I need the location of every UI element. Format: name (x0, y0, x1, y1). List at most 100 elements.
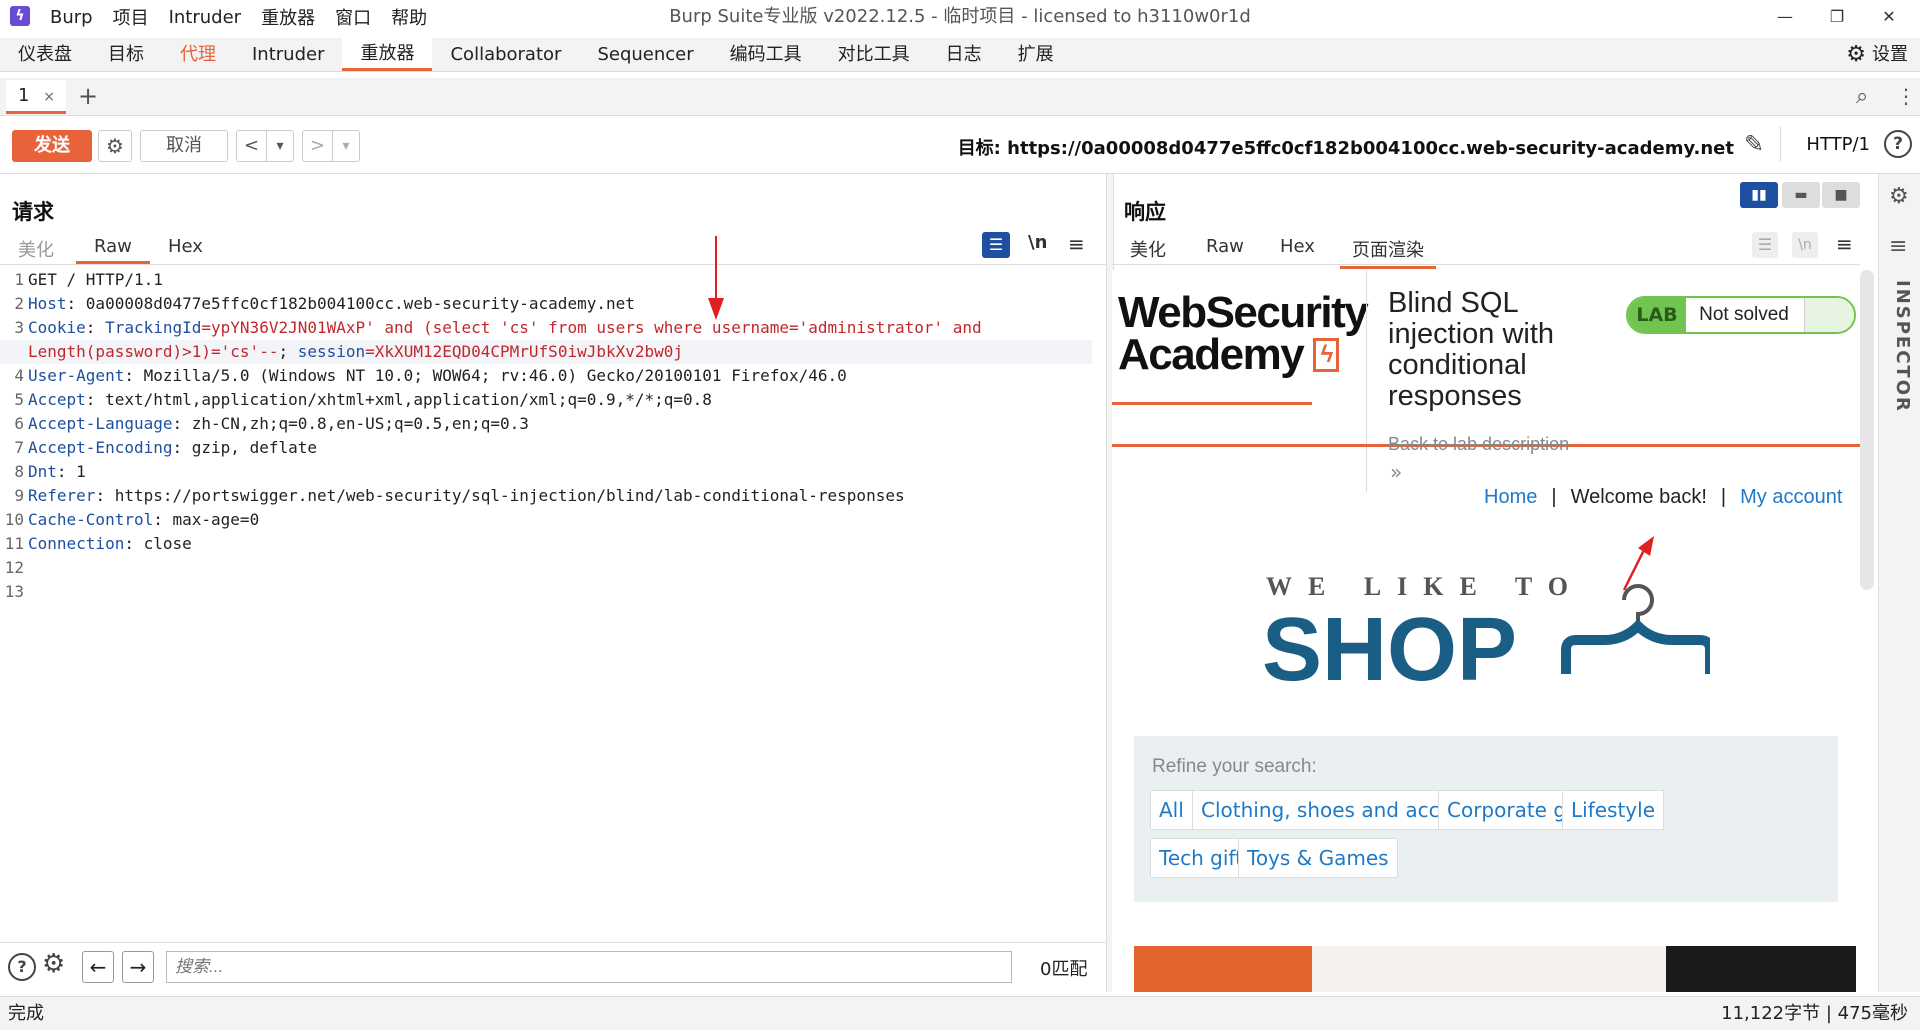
menu-icon[interactable]: ≡ (1068, 232, 1085, 256)
search-settings-gear-icon[interactable]: ⚙ (42, 949, 65, 979)
layout-vertical-icon[interactable]: ▬ (1782, 182, 1820, 208)
request-line: 4 User-Agent: Mozilla/5.0 (Windows NT 10.… (14, 366, 847, 385)
response-tab-raw[interactable]: Raw (1206, 236, 1244, 257)
http-version-toggle[interactable]: HTTP/1 (1806, 134, 1870, 155)
tab-logger[interactable]: 日志 (928, 38, 1000, 71)
inspector-label[interactable]: INSPECTOR (1892, 280, 1913, 413)
tab-proxy[interactable]: 代理 (162, 38, 234, 71)
help-icon[interactable]: ? (1884, 130, 1912, 158)
settings-button[interactable]: ⚙ 设置 (1846, 38, 1908, 72)
tab-dashboard[interactable]: 仪表盘 (0, 38, 90, 71)
request-editor[interactable]: 1 GET / HTTP/1.1 2 Host: 0a00008d0477e5ffc… (0, 268, 1102, 938)
add-tab-icon[interactable]: + (78, 82, 98, 110)
forward-button[interactable]: > (302, 130, 332, 162)
product-image[interactable] (1312, 946, 1666, 992)
edit-target-icon[interactable]: ✎ (1744, 130, 1764, 158)
back-dropdown-button[interactable]: ▾ (266, 130, 294, 162)
menu-repeater[interactable]: 重放器 (261, 4, 315, 30)
nav-my-account-link[interactable]: My account (1740, 486, 1842, 509)
menu-project[interactable]: 项目 (113, 4, 149, 30)
tab-collaborator[interactable]: Collaborator (432, 38, 579, 71)
product-image[interactable] (1666, 946, 1856, 992)
response-tab-pretty[interactable]: 美化 (1130, 236, 1166, 262)
rendered-page: WebSecurity Academy ϟ Blind SQL injection… (1112, 270, 1860, 992)
menu-intruder[interactable]: Intruder (169, 7, 241, 28)
toolbar-divider (1780, 126, 1781, 162)
back-to-lab-link[interactable]: Back to lab description (1388, 434, 1569, 455)
title-bar: ϟ Burp 项目 Intruder 重放器 窗口 帮助 Burp Suite专… (0, 0, 1920, 34)
tab-decoder[interactable]: 编码工具 (712, 38, 820, 71)
category-toys-games[interactable]: Toys & Games (1238, 838, 1398, 878)
request-line-cookie: 3 Cookie: TrackingId=ypYN36V2JN01WAxP' an… (14, 318, 982, 337)
request-tab-divider (0, 264, 1106, 265)
request-tab-hex[interactable]: Hex (168, 236, 203, 257)
cookie-injected-value: =ypYN36V2JN01WAxP' and (select 'cs' from… (201, 318, 982, 337)
layout-side-by-side-icon[interactable]: ▮▮ (1740, 182, 1778, 208)
repeater-tab-bar: 1 × + ⌕ ⋮ (0, 78, 1920, 116)
settings-gear-icon[interactable]: ⚙ (98, 130, 132, 162)
request-line-cookie-wrap: Length(password)>1)='cs'--; session=XkXU… (0, 340, 1092, 364)
repeater-tab-label: 1 (18, 85, 30, 106)
hanger-icon (1561, 584, 1710, 674)
close-tab-icon[interactable]: × (43, 89, 55, 105)
forward-dropdown-button[interactable]: ▾ (332, 130, 360, 162)
inspector-settings-gear-icon[interactable]: ⚙ (1889, 184, 1909, 209)
gear-icon: ⚙ (1846, 42, 1866, 67)
request-line: 8 Dnt: 1 (14, 462, 86, 481)
response-tab-divider (1112, 264, 1860, 265)
tab-target[interactable]: 目标 (90, 38, 162, 71)
newline-toggle[interactable]: \n (1028, 232, 1047, 253)
tab-extensions[interactable]: 扩展 (1000, 38, 1072, 71)
tab-intruder[interactable]: Intruder (234, 38, 342, 71)
response-stats: 11,122字节 | 475毫秒 (1721, 1003, 1908, 1024)
request-line: 7 Accept-Encoding: gzip, deflate (14, 438, 317, 457)
minimize-icon[interactable]: — (1760, 0, 1810, 34)
inspector-sidebar: ⚙ ≡ INSPECTOR (1878, 174, 1920, 992)
close-icon[interactable]: ✕ (1864, 0, 1914, 34)
newline-toggle-disabled: \n (1792, 232, 1818, 258)
request-line: 12 (4, 558, 24, 577)
tab-repeater[interactable]: 重放器 (342, 38, 433, 71)
inspector-menu-icon[interactable]: ≡ (1889, 234, 1907, 259)
send-button[interactable]: 发送 (12, 130, 92, 162)
help-icon[interactable]: ? (8, 953, 36, 981)
nav-home-link[interactable]: Home (1484, 486, 1537, 509)
tab-comparer[interactable]: 对比工具 (820, 38, 928, 71)
repeater-tab-1[interactable]: 1 × (6, 80, 66, 114)
lightning-icon: ϟ (1313, 338, 1340, 372)
request-line: 10 Cache-Control: max-age=0 (4, 510, 260, 529)
request-line: 6 Accept-Language: zh-CN,zh;q=0.8,en-US;q… (14, 414, 529, 433)
wrap-lines-icon[interactable]: ☰ (982, 232, 1010, 258)
menu-burp[interactable]: Burp (50, 7, 93, 28)
response-scrollbar[interactable] (1860, 270, 1874, 590)
previous-match-arrow-icon[interactable]: ← (82, 951, 114, 983)
tab-sequencer[interactable]: Sequencer (579, 38, 711, 71)
menu-window[interactable]: 窗口 (335, 4, 371, 30)
lab-title: Blind SQL injection with conditional res… (1388, 287, 1555, 412)
category-lifestyle[interactable]: Lifestyle (1562, 790, 1665, 830)
category-all[interactable]: All (1150, 790, 1193, 830)
product-image[interactable] (1134, 946, 1312, 992)
restore-icon[interactable]: ❐ (1812, 0, 1862, 34)
more-vert-icon[interactable]: ⋮ (1896, 84, 1916, 108)
menu-help[interactable]: 帮助 (391, 4, 427, 30)
cancel-button[interactable]: 取消 (140, 130, 228, 162)
main-tab-bar: 仪表盘 目标 代理 Intruder 重放器 Collaborator Sequ… (0, 38, 1920, 72)
request-tab-raw[interactable]: Raw (76, 236, 150, 264)
refine-label: Refine your search: (1152, 756, 1317, 777)
menu-icon[interactable]: ≡ (1836, 232, 1853, 256)
request-tab-pretty[interactable]: 美化 (18, 236, 54, 262)
response-tab-hex[interactable]: Hex (1280, 236, 1315, 257)
request-line: 5 Accept: text/html,application/xhtml+xml… (14, 390, 712, 409)
search-input[interactable] (166, 951, 1012, 983)
menu-bar: Burp 项目 Intruder 重放器 窗口 帮助 (50, 0, 427, 34)
request-line: 9 Referer: https://portswigger.net/web-se… (14, 486, 905, 505)
refine-search-panel: Refine your search: All Clothing, shoes … (1134, 736, 1838, 902)
layout-tabs-icon[interactable]: ■ (1822, 182, 1860, 208)
search-icon[interactable]: ⌕ (1856, 84, 1868, 109)
shop-tagline: WE LIKE TO (1266, 572, 1584, 601)
welcome-text: Welcome back! (1570, 486, 1707, 508)
next-match-arrow-icon[interactable]: → (122, 951, 154, 983)
back-button[interactable]: < (236, 130, 266, 162)
settings-label: 设置 (1872, 44, 1908, 65)
